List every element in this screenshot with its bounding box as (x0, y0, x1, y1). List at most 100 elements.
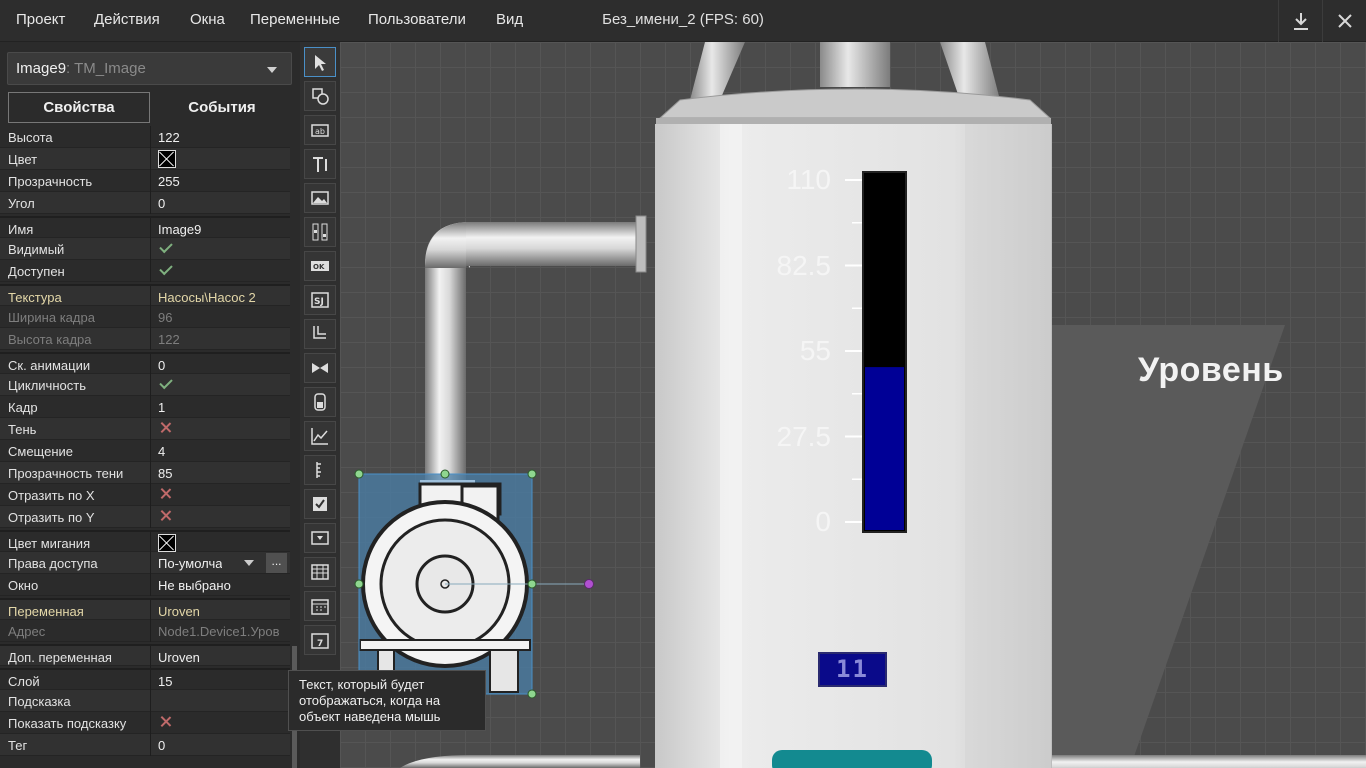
tool-date-button[interactable]: 7 (304, 625, 336, 655)
property-row[interactable]: Адрес Node1.Device1.Уров (0, 620, 290, 642)
property-value[interactable]: 4 (158, 444, 165, 459)
property-value[interactable]: 0 (158, 738, 165, 753)
property-value[interactable]: 96 (158, 310, 172, 325)
tool-calendar-button[interactable] (304, 591, 336, 621)
object-selector[interactable]: Image9: TM_Image (7, 52, 292, 85)
close-button[interactable] (1322, 0, 1366, 42)
checkmark-icon[interactable] (159, 261, 173, 276)
property-row[interactable]: Высота 122 (0, 126, 290, 148)
chevron-down-icon[interactable] (244, 560, 254, 566)
tool-label-button[interactable] (304, 149, 336, 179)
checkmark-icon[interactable] (159, 375, 173, 390)
property-row[interactable]: Отразить по X (0, 484, 290, 506)
property-value[interactable]: 122 (158, 130, 180, 145)
property-value[interactable]: 0 (158, 196, 165, 211)
level-label: Уровень (1138, 351, 1284, 389)
menu-actions[interactable]: Действия (94, 11, 160, 28)
property-value[interactable]: 255 (158, 174, 180, 189)
tool-pipe-button[interactable] (304, 319, 336, 349)
property-value[interactable]: 1 (158, 400, 165, 415)
property-value[interactable]: Image9 (158, 222, 201, 237)
property-row[interactable]: Видимый (0, 238, 290, 260)
property-row[interactable]: Отразить по Y (0, 506, 290, 528)
property-name: Угол (8, 196, 35, 211)
menu-users[interactable]: Пользователи (368, 11, 466, 28)
tab-events[interactable]: События (152, 92, 292, 123)
property-row[interactable]: Кадр 1 (0, 396, 290, 418)
property-value[interactable]: 85 (158, 466, 172, 481)
tool-image-button[interactable] (304, 183, 336, 213)
tool-slider-button[interactable] (304, 217, 336, 247)
property-row[interactable]: Цикличность (0, 374, 290, 396)
property-row[interactable]: Подсказка (0, 690, 290, 712)
property-row[interactable]: Слой 15 (0, 668, 290, 692)
property-name: Тень (8, 422, 37, 437)
tool-ok-button-button[interactable]: OK (304, 251, 336, 281)
property-row[interactable]: Цвет мигания (0, 530, 290, 554)
rotate-handle[interactable] (584, 579, 594, 589)
property-row[interactable]: Права доступа По-умолча... (0, 552, 290, 574)
cross-icon[interactable] (159, 487, 173, 501)
tool-text-field-button[interactable]: ab (304, 115, 336, 145)
property-row[interactable]: Тег 0 (0, 734, 290, 756)
tool-tank-button[interactable] (304, 387, 336, 417)
property-row[interactable]: Доп. переменная Uroven (0, 644, 290, 668)
tab-properties[interactable]: Свойства (8, 92, 150, 123)
property-value[interactable]: Uroven (158, 604, 200, 619)
tool-scale-button[interactable] (304, 455, 336, 485)
menu-windows[interactable]: Окна (190, 11, 225, 28)
property-row[interactable]: Текстура Насосы\Насос 2 (0, 284, 290, 308)
property-row[interactable]: Прозрачность тени 85 (0, 462, 290, 484)
property-row[interactable]: Прозрачность 255 (0, 170, 290, 192)
property-row[interactable]: Окно Не выбрано (0, 574, 290, 596)
more-button[interactable]: ... (266, 553, 287, 573)
property-row[interactable]: Смещение 4 (0, 440, 290, 462)
ok-button-icon: OK (311, 261, 329, 271)
property-row[interactable]: Имя Image9 (0, 216, 290, 240)
property-value[interactable]: 0 (158, 358, 165, 373)
property-row[interactable]: Ширина кадра 96 (0, 306, 290, 328)
property-value[interactable]: 15 (158, 674, 172, 689)
menu-bar: Проект Действия Окна Переменные Пользова… (0, 0, 1366, 42)
scale-tick-label: 55 (799, 335, 831, 366)
color-swatch[interactable] (158, 150, 176, 168)
tool-valve-button[interactable] (304, 353, 336, 383)
property-value[interactable]: 122 (158, 332, 180, 347)
property-name: Видимый (8, 242, 65, 257)
tool-shape-button[interactable] (304, 81, 336, 111)
table-icon (311, 564, 329, 580)
property-value[interactable]: Node1.Device1.Уров (158, 624, 280, 639)
tool-pointer-button[interactable] (304, 47, 336, 77)
property-row[interactable]: Угол 0 (0, 192, 290, 214)
color-swatch[interactable] (158, 534, 176, 552)
download-button[interactable] (1278, 0, 1322, 42)
cross-icon[interactable] (159, 421, 173, 435)
tool-symbol-button[interactable]: SJ (304, 285, 336, 315)
property-value[interactable]: Насосы\Насос 2 (158, 290, 256, 305)
property-row[interactable]: Тень (0, 418, 290, 440)
property-row[interactable]: Высота кадра 122 (0, 328, 290, 350)
property-row[interactable]: Цвет (0, 148, 290, 170)
property-row[interactable]: Показать подсказку (0, 712, 290, 734)
property-value[interactable]: По-умолча (158, 556, 222, 571)
property-value[interactable]: Не выбрано (158, 578, 231, 593)
tool-combobox-button[interactable] (304, 523, 336, 553)
tool-table-button[interactable] (304, 557, 336, 587)
property-value[interactable]: Uroven (158, 650, 200, 665)
property-grid: Высота 122 Цвет Прозрачность 255 Угол 0 Имя Imag… (0, 126, 290, 768)
property-name: Текстура (8, 290, 62, 305)
tool-trend-button[interactable] (304, 421, 336, 451)
property-name: Показать подсказку (8, 716, 127, 731)
menu-view[interactable]: Вид (496, 11, 523, 28)
tool-checkbox-button[interactable] (304, 489, 336, 519)
property-row[interactable]: Доступен (0, 260, 290, 282)
property-row[interactable]: Переменная Uroven (0, 598, 290, 622)
property-row[interactable]: Ск. анимации 0 (0, 352, 290, 376)
property-name: Окно (8, 578, 39, 593)
checkmark-icon[interactable] (159, 239, 173, 254)
cross-icon[interactable] (159, 715, 173, 729)
cross-icon[interactable] (159, 509, 173, 523)
menu-variables[interactable]: Переменные (250, 11, 340, 28)
menu-project[interactable]: Проект (16, 11, 65, 28)
property-name: Подсказка (8, 694, 71, 709)
